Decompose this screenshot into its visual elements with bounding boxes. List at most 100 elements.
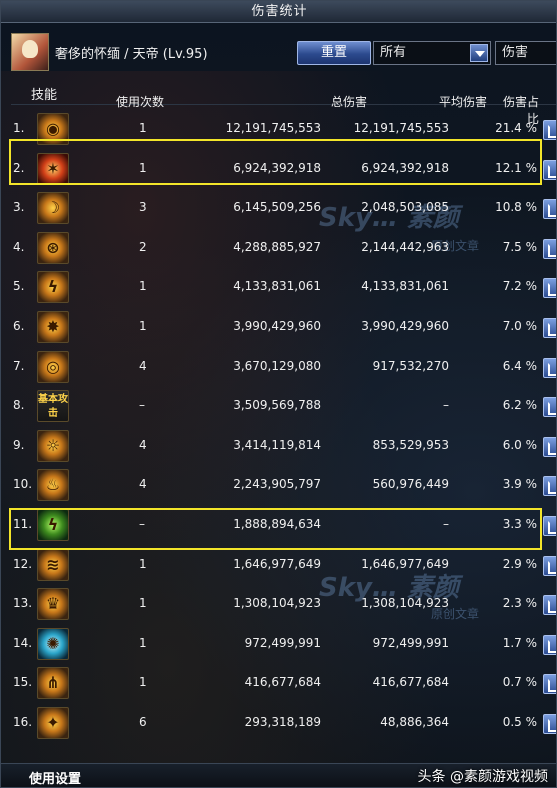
- rank: 13.: [13, 596, 33, 611]
- column-header-avg[interactable]: 平均伤害: [369, 93, 487, 110]
- average-damage: 4,133,831,061: [361, 279, 449, 294]
- table-row[interactable]: 15. ⋔ 1 416,677,684 416,677,684 0.7 %: [11, 663, 556, 704]
- shield-rays-icon: ⋔: [37, 667, 69, 700]
- average-damage: 972,499,991: [372, 635, 449, 650]
- detail-icon[interactable]: [543, 595, 556, 616]
- average-damage: 560,976,449: [372, 477, 449, 492]
- rank: 11.: [13, 517, 33, 531]
- damage-share: 10.8 %: [495, 200, 537, 215]
- table-row[interactable]: 16. ✦ 6 293,318,189 48,886,364 0.5 %: [11, 703, 556, 744]
- table-row[interactable]: 11. ϟ – 1,888,894,634 – 3.3 %: [11, 505, 556, 546]
- table-row[interactable]: 10. ♨ 4 2,243,905,797 560,976,449 3.9 %: [11, 465, 556, 506]
- table-row[interactable]: 6. ✸ 1 3,990,429,960 3,990,429,960 7.0 %: [11, 307, 556, 348]
- filter-select-value: 所有: [380, 45, 407, 60]
- detail-icon[interactable]: [543, 238, 556, 259]
- rank: 8.: [13, 398, 25, 413]
- damage-table: 技能 使用次数 总伤害 平均伤害 伤害占比 1. ◉ 1 12,191,745,553…: [11, 81, 556, 739]
- detail-icon[interactable]: [543, 516, 556, 536]
- table-row[interactable]: 7. ◎ 4 3,670,129,080 917,532,270 6.4 %: [11, 347, 556, 388]
- rank: 4.: [13, 239, 25, 254]
- damage-share: 6.4 %: [502, 358, 537, 373]
- damage-share: 3.9 %: [502, 477, 537, 492]
- rank: 7.: [13, 358, 25, 373]
- rank: 14.: [13, 635, 33, 650]
- rank: 15.: [13, 675, 33, 690]
- table-row[interactable]: 13. ♛ 1 1,308,104,923 1,308,104,923 2.3 %: [11, 584, 556, 625]
- table-row[interactable]: 12. ≋ 1 1,646,977,649 1,646,977,649 2.9 %: [11, 545, 556, 586]
- rank: 1.: [13, 121, 25, 135]
- table-row[interactable]: 4. ⊛ 2 4,288,885,927 2,144,442,963 7.5 %: [11, 228, 556, 269]
- rank: 5.: [13, 279, 25, 294]
- uses-count: –: [139, 398, 145, 413]
- wind-orb-icon: ≋: [37, 548, 69, 581]
- uses-count: 4: [139, 437, 147, 452]
- total-damage: 1,646,977,649: [233, 556, 321, 571]
- column-header-uses[interactable]: 使用次数: [116, 93, 164, 110]
- table-row[interactable]: 9. ☼ 4 3,414,119,814 853,529,953 6.0 %: [11, 426, 556, 467]
- average-damage: 1,308,104,923: [361, 596, 449, 611]
- detail-icon[interactable]: [543, 397, 556, 418]
- reset-button[interactable]: 重置: [297, 41, 371, 65]
- average-damage: 917,532,270: [372, 358, 449, 373]
- uses-count: 2: [139, 239, 147, 254]
- rank: 3.: [13, 200, 25, 215]
- table-row[interactable]: 2. ✶ 1 6,924,392,918 6,924,392,918 12.1 %: [11, 149, 556, 190]
- table-row[interactable]: 3. ☽ 3 6,145,509,256 2,048,503,085 10.8 %: [11, 188, 556, 229]
- uses-count: 4: [139, 477, 147, 492]
- column-header-skill[interactable]: 技能: [31, 84, 57, 103]
- total-damage: 6,924,392,918: [233, 160, 321, 175]
- uses-count: –: [139, 517, 145, 531]
- sun-face-icon: ☼: [37, 429, 69, 462]
- total-damage: 3,990,429,960: [233, 319, 321, 333]
- detail-icon[interactable]: [543, 674, 556, 695]
- filter-select[interactable]: 所有: [373, 41, 491, 65]
- uses-count: 1: [139, 121, 147, 135]
- detail-icon[interactable]: [543, 199, 556, 220]
- avatar: [11, 33, 49, 71]
- average-damage: –: [443, 398, 449, 413]
- detail-icon[interactable]: [543, 120, 556, 140]
- detail-icon[interactable]: [543, 476, 556, 497]
- window-title: 伤害统计: [1, 1, 556, 23]
- total-damage: 2,243,905,797: [233, 477, 321, 492]
- detail-icon[interactable]: [543, 714, 556, 734]
- cyan-burst-icon: ✺: [37, 627, 69, 660]
- detail-icon[interactable]: [543, 436, 556, 457]
- total-damage: 12,191,745,553: [225, 121, 321, 135]
- table-row[interactable]: 1. ◉ 1 12,191,745,553 12,191,745,553 21.4 %: [11, 109, 556, 150]
- metric-select-value: 伤害: [502, 45, 529, 60]
- detail-icon[interactable]: [543, 634, 556, 655]
- metric-select[interactable]: 伤害: [495, 41, 556, 65]
- table-row[interactable]: 14. ✺ 1 972,499,991 972,499,991 1.7 %: [11, 624, 556, 665]
- watermark-text: 头条 @素颜游戏视频: [417, 769, 548, 785]
- total-damage: 3,670,129,080: [233, 358, 321, 373]
- table-row[interactable]: 5. ϟ 1 4,133,831,061 4,133,831,061 7.2 %: [11, 267, 556, 308]
- damage-share: 12.1 %: [495, 160, 537, 175]
- total-damage: 972,499,991: [244, 635, 321, 650]
- chevron-down-icon[interactable]: [470, 44, 488, 62]
- golden-dash-icon: ✦: [37, 707, 69, 739]
- usage-settings-button[interactable]: 使用设置: [29, 768, 81, 787]
- total-damage: 1,308,104,923: [233, 596, 321, 611]
- average-damage: 6,924,392,918: [361, 160, 449, 175]
- table-row[interactable]: 8. 基本攻击 – 3,509,569,788 – 6.2 %: [11, 386, 556, 427]
- flame-hand-icon: ✶: [37, 152, 69, 185]
- detail-icon[interactable]: [543, 318, 556, 338]
- green-bolt-icon: ϟ: [37, 509, 69, 541]
- total-damage: 1,888,894,634: [233, 517, 321, 531]
- detail-icon[interactable]: [543, 555, 556, 576]
- rank: 6.: [13, 319, 25, 333]
- uses-count: 3: [139, 200, 147, 215]
- detail-icon[interactable]: [543, 278, 556, 299]
- damage-share: 0.7 %: [502, 675, 537, 690]
- uses-count: 6: [139, 715, 147, 729]
- uses-count: 1: [139, 160, 147, 175]
- basic-attack-icon: 基本攻击: [37, 390, 69, 423]
- detail-icon[interactable]: [543, 357, 556, 378]
- total-damage: 6,145,509,256: [233, 200, 321, 215]
- damage-share: 7.2 %: [502, 279, 537, 294]
- detail-icon[interactable]: [543, 159, 556, 180]
- column-header-total[interactable]: 总伤害: [249, 93, 367, 110]
- rank: 16.: [13, 715, 33, 729]
- damage-share: 3.3 %: [502, 517, 537, 531]
